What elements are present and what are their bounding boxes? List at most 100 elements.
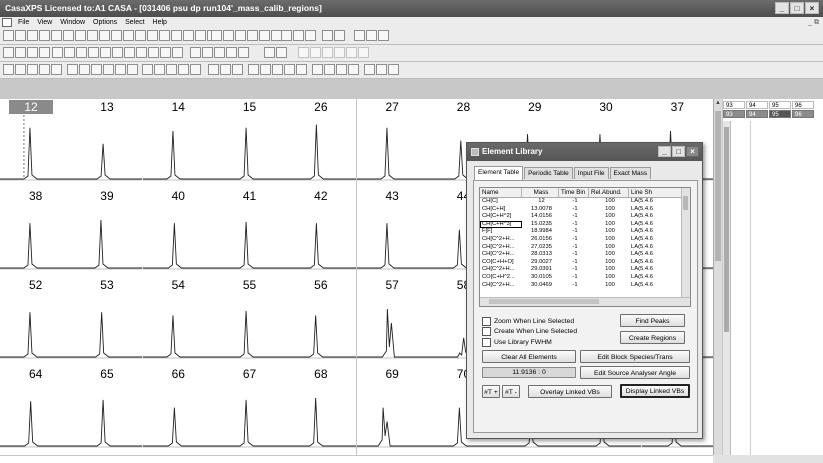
element-row[interactable]: CH[C^2+H... 29.0391 -1 100 LA(5.4.6 (480, 266, 678, 273)
dialog-maximize-button[interactable]: □ (672, 146, 685, 157)
copy-all-icon[interactable] (51, 30, 62, 41)
tool-e-icon[interactable] (136, 47, 147, 58)
c-e-icon[interactable] (51, 64, 62, 75)
element-row[interactable]: CH[C^2+H... 27.0235 -1 100 LA(5.4.6 (480, 244, 678, 251)
spectrum-tile[interactable]: 40 (142, 188, 215, 278)
element-list-hscroll-thumb[interactable] (489, 299, 599, 304)
pen-icon[interactable] (259, 30, 270, 41)
menu-window[interactable]: Window (60, 17, 85, 28)
tile-icon[interactable] (211, 30, 222, 41)
grid-a-icon[interactable] (281, 30, 292, 41)
spectrum-tile[interactable]: 68 (285, 366, 358, 456)
dim-b-icon[interactable] (310, 47, 321, 58)
minimize-button[interactable]: _ (775, 2, 789, 14)
edit-block-species-button[interactable]: Edit Block Species/Trans (580, 350, 690, 363)
menu-select[interactable]: Select (125, 17, 144, 28)
h-a-icon[interactable] (248, 64, 259, 75)
e-b-icon[interactable] (79, 64, 90, 75)
element-row[interactable]: CH[C+H^3] 15.0235 -1 100 LA(5.4.6 (480, 220, 678, 228)
col-mass[interactable]: Mass (522, 188, 559, 197)
c-b-icon[interactable] (15, 64, 26, 75)
g-a-icon[interactable] (208, 64, 219, 75)
f-b-icon[interactable] (154, 64, 165, 75)
find-peaks-button[interactable]: Find Peaks (620, 314, 685, 327)
i-c-icon[interactable] (336, 64, 347, 75)
block-cell[interactable]: 96 (792, 110, 814, 118)
element-list[interactable]: Name Mass Time Bin Rel.Abund. Line Sh CH… (479, 187, 691, 307)
doc-g-icon[interactable] (171, 30, 182, 41)
mark-icon[interactable] (264, 47, 275, 58)
i-a-icon[interactable] (312, 64, 323, 75)
dim-e-icon[interactable] (346, 47, 357, 58)
block-cell[interactable]: 93 (723, 101, 745, 109)
tool-h-icon[interactable] (172, 47, 183, 58)
dialog-minimize-button[interactable]: _ (658, 146, 671, 157)
tool-b-icon[interactable] (100, 47, 111, 58)
h-b-icon[interactable] (260, 64, 271, 75)
j-b-icon[interactable] (376, 64, 387, 75)
f-e-icon[interactable] (190, 64, 201, 75)
tab-periodic-table[interactable]: Periodic Table (524, 167, 573, 179)
element-row[interactable]: CH[C+H^2] 14.0156 -1 100 LA(5.4.6 (480, 213, 678, 220)
block-cell[interactable]: 93 (723, 110, 745, 118)
f-c-icon[interactable] (166, 64, 177, 75)
document-icon[interactable] (2, 17, 12, 27)
g-c-icon[interactable] (232, 64, 243, 75)
mdi-controls[interactable]: _ ⧉ (808, 17, 819, 28)
e-f-icon[interactable] (127, 64, 138, 75)
spectrum-tile[interactable]: 42 (285, 188, 358, 278)
tool-c-icon[interactable] (112, 47, 123, 58)
element-row[interactable]: CO[C+H+O] 29.0027 -1 100 LA(5.4.6 (480, 259, 678, 266)
spectrum-tile[interactable]: 57 (356, 277, 429, 367)
element-row[interactable]: CH[C^2+H... 28.0313 -1 100 LA(5.4.6 (480, 251, 678, 258)
tab-input-file[interactable]: Input File (573, 167, 609, 179)
help-icon[interactable] (378, 30, 389, 41)
spectrum-tile[interactable]: 65 (71, 366, 144, 456)
tool-g-icon[interactable] (160, 47, 171, 58)
tool-f-icon[interactable] (148, 47, 159, 58)
c-a-icon[interactable] (3, 64, 14, 75)
lib-icon[interactable] (322, 30, 333, 41)
bar-chart-icon[interactable] (235, 30, 246, 41)
col-line-shape[interactable]: Line Sh (629, 188, 683, 197)
spectrum-tile[interactable]: 13 (71, 99, 144, 189)
element-row[interactable]: CH[C^2+H... 30.0469 -1 100 LA(5.4.6 (480, 282, 678, 289)
spectrum-tile[interactable]: 26 (285, 99, 358, 189)
h-c-icon[interactable] (272, 64, 283, 75)
h-e-icon[interactable] (296, 64, 307, 75)
j-a-icon[interactable] (364, 64, 375, 75)
t-plus-button[interactable]: #T + (482, 385, 500, 398)
menu-options[interactable]: Options (93, 17, 117, 28)
menu-view[interactable]: View (37, 17, 52, 28)
doc-i-icon[interactable] (195, 30, 206, 41)
block-cell[interactable]: 94 (746, 110, 768, 118)
spectrum-tile[interactable]: 15 (213, 99, 287, 189)
checkbox-box[interactable] (482, 317, 491, 326)
col-rel-abund[interactable]: Rel.Abund. (589, 188, 629, 197)
c-d-icon[interactable] (39, 64, 50, 75)
element-list-vscroll[interactable] (681, 188, 690, 298)
doc-e-icon[interactable] (147, 30, 158, 41)
spectrum-tile[interactable]: 14 (142, 99, 215, 189)
create-regions-button[interactable]: Create Regions (620, 331, 685, 344)
new-icon[interactable] (3, 30, 14, 41)
element-list-vscroll-thumb[interactable] (683, 196, 688, 210)
win-b-icon[interactable] (15, 47, 26, 58)
horizontal-scrollbar[interactable] (713, 455, 823, 463)
spectrum-tile[interactable]: 67 (213, 366, 287, 456)
element-row[interactable]: CH[C] 12 -1 100 LA(5.4.6 (480, 198, 678, 205)
t-minus-button[interactable]: #T - (502, 385, 520, 398)
use-library-fwhm-checkbox[interactable]: Use Library FWHM (482, 338, 552, 347)
scroll-thumb[interactable] (715, 111, 721, 261)
doc-c-icon[interactable] (123, 30, 134, 41)
clear-all-elements-button[interactable]: Clear All Elements (482, 350, 576, 363)
i-d-icon[interactable] (348, 64, 359, 75)
element-row[interactable]: CO[C+H^2... 30.0105 -1 100 LA(5.4.6 (480, 274, 678, 281)
spectrum-tile[interactable]: 56 (285, 277, 358, 367)
dialog-title-bar[interactable]: Element Library _ □ × (467, 143, 702, 161)
spectrum-tile[interactable]: 66 (142, 366, 215, 456)
block-cell[interactable]: 96 (792, 101, 814, 109)
f-d-icon[interactable] (178, 64, 189, 75)
zoom-when-selected-checkbox[interactable]: Zoom When Line Selected (482, 317, 574, 326)
element-row[interactable]: F[F] 18.9984 -1 100 LA(5.4.6 (480, 228, 678, 235)
